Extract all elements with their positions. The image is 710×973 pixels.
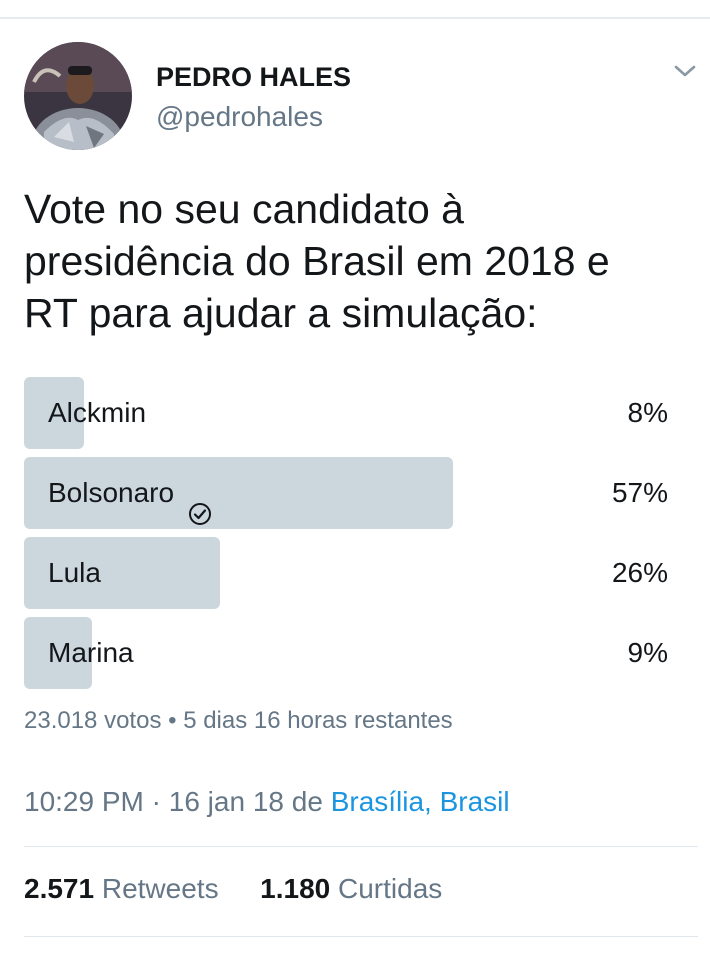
avatar[interactable]	[24, 42, 132, 150]
location-link[interactable]: Brasília, Brasil	[331, 786, 510, 817]
poll-option-text: Lula	[48, 557, 101, 588]
retweets-label: Retweets	[101, 873, 219, 904]
retweets-stat[interactable]: 2.571 Retweets	[24, 873, 226, 904]
tweet-date[interactable]: 16 jan 18	[169, 786, 284, 817]
poll-option-label: Lula	[48, 537, 101, 609]
tweet-time[interactable]: 10:29 PM	[24, 786, 144, 817]
divider	[24, 846, 698, 847]
tweet-text: Vote no seu candidato à presidência do B…	[24, 186, 610, 336]
retweets-count: 2.571	[24, 873, 95, 904]
poll-option-percent: 9%	[627, 637, 668, 668]
likes-count: 1.180	[260, 873, 331, 904]
chevron-down-icon[interactable]	[672, 62, 698, 80]
poll-option-text: Bolsonaro	[48, 477, 175, 508]
poll-option-percent: 57%	[611, 477, 668, 508]
timestamp-row: 10:29 PM · 16 jan 18 de Brasília, Brasil	[24, 786, 510, 818]
divider	[24, 936, 698, 937]
poll-option-label: Marina	[48, 617, 134, 689]
poll-meta-separator: •	[168, 707, 177, 734]
poll-option-text: Alckmin	[48, 397, 147, 428]
from-label: de	[291, 786, 323, 817]
poll-option-label: Alckmin	[48, 377, 146, 449]
poll-option-bolsonaro: Bolsonaro 57%	[24, 457, 668, 529]
poll-option-percent: 26%	[611, 557, 668, 588]
poll-vote-count: 23.018 votos	[24, 707, 162, 734]
author-display-name[interactable]: PEDRO HALES	[156, 62, 351, 93]
likes-label: Curtidas	[338, 873, 443, 904]
author-handle[interactable]: @pedrohales	[156, 101, 323, 133]
poll-meta: 23.018 votos • 5 dias 16 horas restantes	[24, 707, 453, 735]
poll-time-remaining: 5 dias 16 horas restantes	[183, 707, 453, 734]
stats-row: 2.571 Retweets 1.180 Curtidas	[24, 873, 442, 905]
top-divider	[0, 17, 710, 19]
poll: Alckmin 8% Bolsonaro 57% Lula 26% Marina	[24, 377, 668, 697]
poll-option-alckmin: Alckmin 8%	[24, 377, 668, 449]
timestamp-separator: ·	[151, 786, 161, 817]
poll-option-label: Bolsonaro	[48, 457, 212, 529]
poll-option-text: Marina	[48, 637, 134, 668]
check-circle-icon	[188, 481, 212, 525]
poll-option-marina: Marina 9%	[24, 617, 668, 689]
likes-stat[interactable]: 1.180 Curtidas	[260, 873, 442, 904]
poll-option-lula: Lula 26%	[24, 537, 668, 609]
poll-option-percent: 8%	[627, 397, 668, 428]
